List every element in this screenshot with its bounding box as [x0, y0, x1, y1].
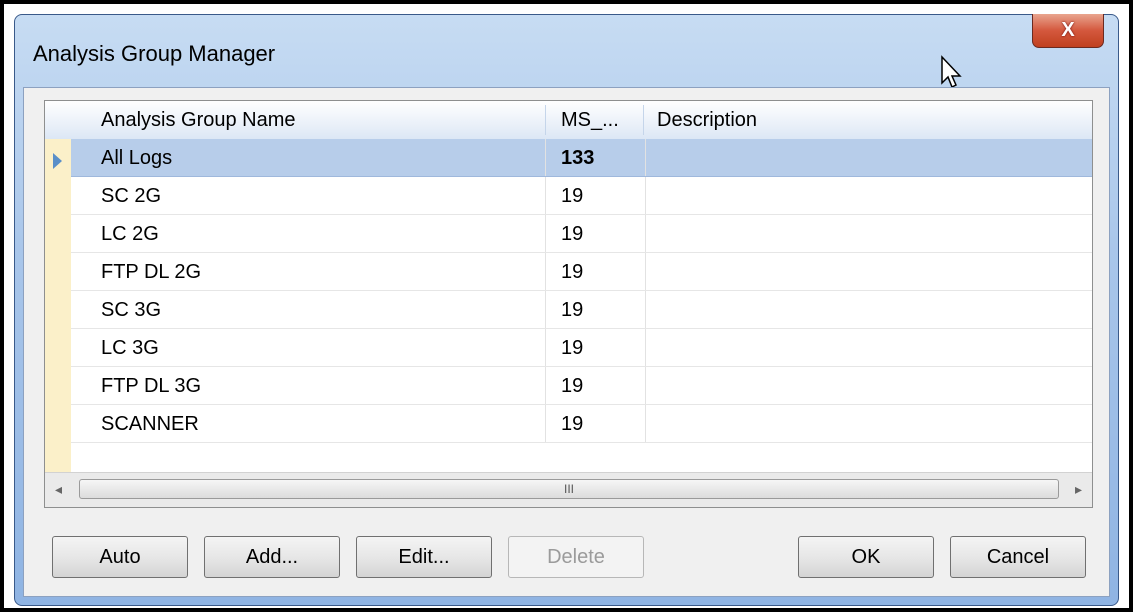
cell-name: All Logs: [101, 147, 173, 169]
scrollbar-grip-icon: III: [563, 482, 574, 496]
grid-column-header: Analysis Group Name MS_... Description: [45, 101, 1092, 140]
cell-ms: 19: [561, 223, 584, 245]
cell-ms: 19: [561, 185, 584, 207]
cell-name: LC 2G: [101, 223, 159, 245]
cell-name: LC 3G: [101, 337, 159, 359]
row-header-column: [45, 139, 71, 474]
cell-ms: 19: [561, 299, 584, 321]
ok-button[interactable]: OK: [798, 536, 934, 578]
edit-button[interactable]: Edit...: [356, 536, 492, 578]
auto-button[interactable]: Auto: [52, 536, 188, 578]
scroll-left-arrow-icon[interactable]: ◂: [55, 481, 62, 498]
cell-ms: 133: [561, 147, 595, 169]
cell-ms: 19: [561, 261, 584, 283]
cell-ms: 19: [561, 413, 584, 435]
cell-ms: 19: [561, 375, 584, 397]
dialog-client-area: Analysis Group Name MS_... Description A…: [23, 87, 1110, 597]
column-separator[interactable]: [643, 105, 644, 135]
window-title: Analysis Group Manager: [33, 41, 276, 66]
table-row[interactable]: LC 3G 19: [71, 329, 1092, 367]
analysis-group-manager-dialog: Analysis Group Manager X Analysis Group …: [14, 14, 1119, 606]
table-row[interactable]: FTP DL 2G 19: [71, 253, 1092, 291]
close-button[interactable]: X: [1032, 14, 1104, 48]
table-row[interactable]: FTP DL 3G 19: [71, 367, 1092, 405]
table-row[interactable]: SC 2G 19: [71, 177, 1092, 215]
table-row[interactable]: All Logs 133: [71, 139, 1092, 177]
table-row[interactable]: LC 2G 19: [71, 215, 1092, 253]
column-header-description[interactable]: Description: [657, 109, 757, 132]
cell-name: SCANNER: [101, 413, 199, 435]
cell-name: SC 3G: [101, 299, 162, 321]
delete-button[interactable]: Delete: [508, 536, 644, 578]
table-row[interactable]: SCANNER 19: [71, 405, 1092, 443]
scrollbar-thumb[interactable]: III: [79, 479, 1059, 499]
cell-name: SC 2G: [101, 185, 162, 207]
column-header-ms[interactable]: MS_...: [561, 109, 619, 132]
horizontal-scrollbar[interactable]: ◂ III ▸: [45, 472, 1092, 507]
analysis-group-grid[interactable]: Analysis Group Name MS_... Description A…: [44, 100, 1093, 508]
cell-ms: 19: [561, 337, 584, 359]
cell-name: FTP DL 2G: [101, 261, 202, 283]
add-button[interactable]: Add...: [204, 536, 340, 578]
mouse-cursor-icon: [941, 55, 962, 89]
current-row-arrow-icon: [53, 153, 62, 169]
cancel-button[interactable]: Cancel: [950, 536, 1086, 578]
close-icon: X: [1061, 19, 1075, 41]
cell-name: FTP DL 3G: [101, 375, 202, 397]
column-header-name[interactable]: Analysis Group Name: [101, 109, 296, 132]
table-row[interactable]: SC 3G 19: [71, 291, 1092, 329]
scroll-right-arrow-icon[interactable]: ▸: [1075, 481, 1082, 498]
column-separator[interactable]: [545, 105, 546, 135]
